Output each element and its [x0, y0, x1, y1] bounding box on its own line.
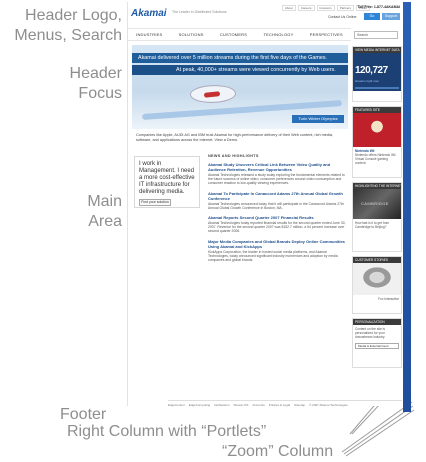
akamai-homepage: Akamai The Leader in Distributed Solutio… — [127, 2, 403, 407]
logo-tagline: The Leader in Distributed Solutions — [172, 10, 227, 14]
turin-olympics-button[interactable]: Turin Winter Olympics — [292, 115, 344, 123]
footer-link[interactable]: NetSession — [214, 403, 229, 407]
nav-customers[interactable]: CUSTOMERS — [220, 32, 247, 37]
news-item: Akamai Study Uncovers Critical Link Betw… — [208, 162, 348, 186]
util-link-careers[interactable]: Careers — [297, 5, 315, 11]
customer-photo — [353, 263, 401, 295]
footer-link[interactable]: Accounts — [252, 403, 264, 407]
highlight-body: How fast is it to get from Cambridge to … — [355, 221, 390, 229]
portlet-featured-body: Nintendo Wii Nintendo offers Nintendo Wi… — [353, 147, 401, 167]
akamai-logo[interactable]: Akamai — [131, 8, 167, 19]
news-body: Akamai Technologies announced today that… — [208, 201, 344, 210]
nav-solutions[interactable]: SOLUTIONS — [179, 32, 204, 37]
nav-industries[interactable]: INDUSTRIES — [136, 32, 162, 37]
customer-caption[interactable]: Fox Interactive — [353, 295, 401, 303]
intro-text: Companies like Apple, AUDI AG and IBM tr… — [136, 133, 334, 142]
news-body: Akamai Technologies today reported finan… — [208, 221, 346, 234]
footer-link[interactable]: EdgeComputing — [189, 403, 211, 407]
streams-number: 120,727 — [355, 65, 388, 76]
news-title-link[interactable]: Major Media Companies and Global Brands … — [208, 239, 348, 249]
util-link-about[interactable]: About — [282, 5, 296, 11]
streams-counter: 120,727 streams right now — [353, 53, 401, 91]
go-button[interactable]: Go — [364, 13, 380, 20]
arrow-zoom-c — [345, 409, 415, 457]
find-solution-button[interactable]: Find your solution — [139, 199, 171, 206]
featured-site-image — [353, 113, 401, 147]
footer-link[interactable]: EdgeControl — [168, 403, 185, 407]
promo-text: I work in Management. I need a more cost… — [139, 161, 195, 195]
streams-label: streams right now — [355, 79, 379, 83]
nav-technology[interactable]: TECHNOLOGY — [263, 32, 293, 37]
news-heading: NEWS AND HIGHLIGHTS — [208, 154, 259, 158]
arrow-zoom-b — [343, 405, 414, 455]
footer-link[interactable]: Stream OS — [234, 403, 249, 407]
personalize-body: Content on the site is personalized for … — [355, 327, 386, 339]
zoom-column[interactable] — [403, 2, 411, 412]
news-item: Major Media Companies and Global Brands … — [208, 239, 348, 263]
news-body: Akamai Technologies released a study tod… — [208, 173, 345, 186]
featured-body: Nintendo offers Nintendo Wii Virtual Con… — [355, 153, 396, 165]
news-title-link[interactable]: Akamai Reports Second Quarter 2007 Finan… — [208, 215, 348, 220]
news-title-link[interactable]: Akamai To Participate In Canaccord Adams… — [208, 191, 348, 201]
news-title-link[interactable]: Akamai Study Uncovers Critical Link Betw… — [208, 162, 348, 172]
news-body: KickApps Corporation, the leader in host… — [208, 249, 338, 263]
portlet-featured[interactable]: FEATURED SITE Nintendo Wii Nintendo offe… — [352, 106, 402, 178]
util-link-investors[interactable]: Investors — [316, 5, 335, 11]
industry-select[interactable]: Media & Entertainment — [355, 343, 399, 349]
footer-links: EdgeControl EdgeComputing NetSession Str… — [168, 400, 402, 407]
portlet-highlight[interactable]: HIGHLIGHTING THE INTERNET CAMBRIDGE How … — [352, 182, 402, 252]
arrow-zoom-a — [341, 401, 413, 453]
search-input[interactable]: Search — [354, 31, 398, 39]
portlet-personalize[interactable]: PERSONALIZATION Content on the site is p… — [352, 318, 402, 368]
news-item: Akamai Reports Second Quarter 2007 Finan… — [208, 215, 348, 234]
highlight-image: CAMBRIDGE — [353, 189, 401, 219]
footer-link[interactable]: Policies & Legal — [269, 403, 290, 407]
footer-link[interactable]: Sitemap — [294, 403, 305, 407]
news-item: Akamai To Participate In Canaccord Adams… — [208, 191, 348, 210]
news-list: Akamai Study Uncovers Critical Link Betw… — [208, 162, 348, 267]
util-link-partners[interactable]: Partners — [336, 5, 355, 11]
streams-bar — [355, 87, 399, 89]
portlet-streams[interactable]: VIEW MEDIA INTERNET DATA 120,727 streams… — [352, 46, 402, 102]
toll-free-number: Toll Free: 1-877-4AKAMAI — [357, 5, 400, 9]
main-nav: INDUSTRIES SOLUTIONS CUSTOMERS TECHNOLOG… — [128, 28, 351, 41]
contact-link[interactable]: Contact Us Online — [328, 15, 356, 19]
footer-copyright: © 2007 Akamai Technologies — [309, 403, 348, 407]
highlight-image-text: CAMBRIDGE — [361, 201, 389, 206]
nav-perspectives[interactable]: PERSPECTIVES — [310, 32, 343, 37]
hero-line-1: Akamai delivered over 5 million streams … — [132, 53, 348, 63]
portlet-customer[interactable]: CUSTOMER STORIES Fox Interactive — [352, 256, 402, 314]
header-focus-banner[interactable]: Akamai delivered over 5 million streams … — [132, 45, 348, 129]
support-button[interactable]: Support — [382, 13, 400, 20]
hero-line-2: At peak, 40,000+ streams were viewed con… — [132, 65, 348, 75]
